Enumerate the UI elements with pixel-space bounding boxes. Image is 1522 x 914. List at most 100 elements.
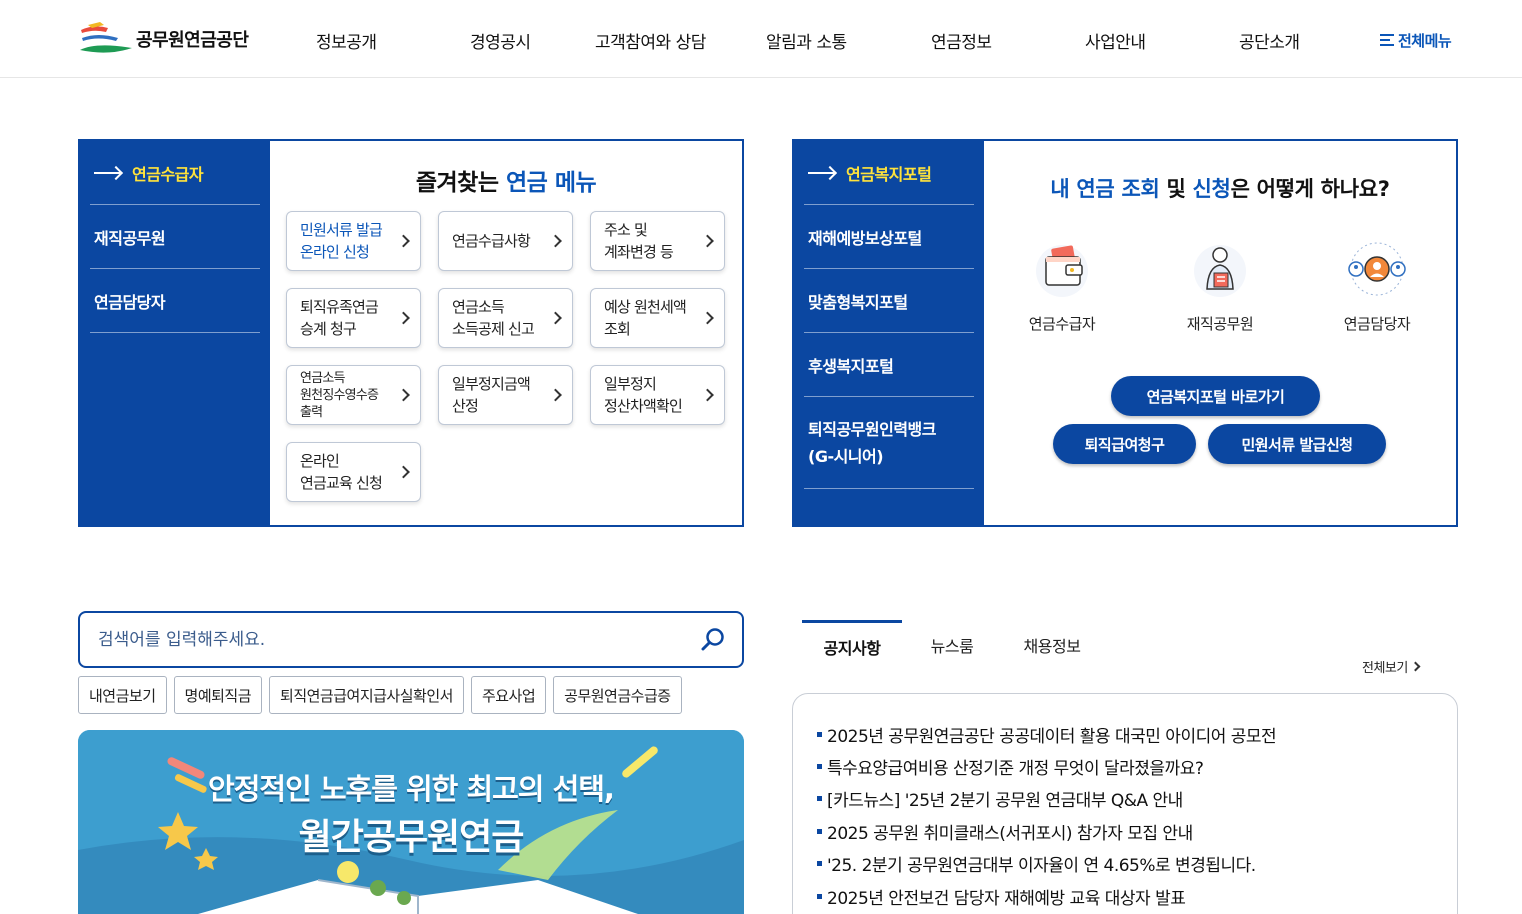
persona-pension-manager[interactable]: 연금담당자 xyxy=(1327,239,1427,334)
welfare-content: 내 연금 조회 및 신청은 어떻게 하나요? 연금수급자 재직공무원 연금담당자… xyxy=(984,141,1456,525)
favorite-menu-content: 즐겨찾는 연금 메뉴 민원서류 발급 온라인 신청 연금수급사항 주소 및 계좌변경… xyxy=(270,141,742,525)
tile-survivor-pension-claim[interactable]: 퇴직유족연금 승계 청구 xyxy=(286,288,421,348)
keyword-main-business[interactable]: 주요사업 xyxy=(470,676,547,714)
tab-recruitment[interactable]: 채용정보 xyxy=(1002,620,1102,670)
persona-pension-recipient[interactable]: 연금수급자 xyxy=(1012,239,1112,334)
list-item[interactable]: 2025년 공무원연금공단 공공데이터 활용 대국민 아이디어 공모전 xyxy=(817,718,1277,750)
nav-management-disclosure[interactable]: 경영공시 xyxy=(470,28,531,53)
persona-incumbent-official[interactable]: 재직공무원 xyxy=(1170,239,1270,334)
tile-address-account-change[interactable]: 주소 및 계좌변경 등 xyxy=(590,211,725,271)
bullet-icon xyxy=(817,828,822,834)
welfare-question-title: 내 연금 조회 및 신청은 어떻게 하나요? xyxy=(1050,177,1390,201)
persona-label: 재직공무원 xyxy=(1186,315,1254,333)
tile-online-education[interactable]: 온라인 연금교육 신청 xyxy=(286,442,421,502)
persona-label: 연금담당자 xyxy=(1343,315,1411,333)
tile-expected-withholding[interactable]: 예상 원천세액 조회 xyxy=(590,288,725,348)
monthly-pension-banner[interactable]: 안정적인 노후를 위한 최고의 선택, 월간공무원연금 xyxy=(78,730,744,914)
wallet-icon xyxy=(1032,239,1092,299)
notice-tabs: 공지사항 뉴스룸 채용정보 xyxy=(802,620,1102,670)
side-item-label: 재해예방보상포털 xyxy=(808,228,922,248)
side-item-welfare-portal[interactable]: 연금복지포털 xyxy=(804,141,974,205)
tile-income-deduction[interactable]: 연금소득 소득공제 신고 xyxy=(438,288,573,348)
side-item-pension-manager[interactable]: 연금담당자 xyxy=(90,269,260,333)
site-logo[interactable]: 공무원연금공단 xyxy=(78,22,249,56)
tile-pension-payment[interactable]: 연금수급사항 xyxy=(438,211,573,271)
arrow-right-icon xyxy=(808,167,836,179)
side-item-incumbent-official[interactable]: 재직공무원 xyxy=(90,205,260,269)
welfare-side-menu: 연금복지포털 재해예방보상포털 맞춤형복지포털 후생복지포털 퇴직공무원인력뱅크… xyxy=(794,141,984,525)
search-box xyxy=(78,611,744,668)
side-item-label: 연금복지포털 xyxy=(846,164,932,184)
side-item-custom-welfare[interactable]: 맞춤형복지포털 xyxy=(804,269,974,333)
chevron-right-icon xyxy=(549,311,562,325)
hamburger-icon xyxy=(1380,34,1394,47)
list-item[interactable]: '25. 2분기 공무원연금대부 이자율이 연 4.65%로 변경됩니다. xyxy=(817,848,1276,880)
view-all-label: 전체보기 xyxy=(1362,661,1408,676)
chevron-right-icon xyxy=(397,388,410,402)
view-all-link[interactable]: 전체보기 xyxy=(1362,657,1421,676)
popular-keywords: 내연금보기 명예퇴직금 퇴직연금급여지급사실확인서 주요사업 공무원연금수급증 xyxy=(78,676,682,714)
banner-title: 월간공무원연금 xyxy=(298,817,525,858)
side-item-employee-welfare[interactable]: 후생복지포털 xyxy=(804,333,974,397)
welfare-portal-shortcut-button[interactable]: 연금복지포털 바로가기 xyxy=(1111,376,1320,416)
keyword-honorary-retirement[interactable]: 명예퇴직금 xyxy=(173,676,263,714)
side-item-retired-talent-bank[interactable]: 퇴직공무원인력뱅크 (G-시니어) xyxy=(804,397,974,489)
side-item-label: 연금수급자 xyxy=(132,164,204,184)
side-item-disaster-prevention[interactable]: 재해예방보상포털 xyxy=(804,205,974,269)
pension-side-menu: 연금수급자 재직공무원 연금담당자 xyxy=(80,141,270,525)
side-item-label: 후생복지포털 xyxy=(808,356,894,376)
tab-newsroom[interactable]: 뉴스룸 xyxy=(902,620,1002,670)
list-item[interactable]: [카드뉴스] '25년 2분기 공무원 연금대부 Q&A 안내 xyxy=(817,783,1276,815)
side-item-pension-recipient[interactable]: 연금수급자 xyxy=(90,141,260,205)
side-item-label: 맞춤형복지포털 xyxy=(808,292,908,312)
bullet-icon xyxy=(817,861,822,867)
list-item[interactable]: 2025 공무원 취미클래스(서귀포시) 참가자 모집 안내 xyxy=(817,815,1276,847)
bullet-icon xyxy=(817,764,822,770)
side-item-label: 연금담당자 xyxy=(94,292,166,312)
favorite-menu-grid: 민원서류 발급 온라인 신청 연금수급사항 주소 및 계좌변경 등 퇴직유족연금 승계… xyxy=(286,211,725,502)
side-item-label: 퇴직공무원인력뱅크 xyxy=(808,419,936,439)
civil-document-request-button[interactable]: 민원서류 발급신청 xyxy=(1208,424,1386,464)
bullet-icon xyxy=(817,893,822,899)
nav-pension-info[interactable]: 연금정보 xyxy=(931,28,992,53)
search-icon[interactable] xyxy=(700,627,726,653)
keyword-pension-card[interactable]: 공무원연금수급증 xyxy=(553,676,682,714)
favorite-menu-title: 즐겨찾는 연금 메뉴 xyxy=(415,170,597,196)
manager-icon xyxy=(1347,239,1407,299)
tile-partial-suspension-amount[interactable]: 일부정지금액 산정 xyxy=(438,365,573,425)
tile-withholding-receipt[interactable]: 연금소득 원천징수영수증 출력 xyxy=(286,365,421,425)
chevron-right-icon xyxy=(701,311,714,325)
chevron-right-icon xyxy=(701,234,714,248)
notice-list-box: 2025년 공무원연금공단 공공데이터 활용 대국민 아이디어 공모전 특수요양… xyxy=(792,693,1458,914)
chevron-right-icon xyxy=(397,311,410,325)
keyword-payment-certificate[interactable]: 퇴직연금급여지급사실확인서 xyxy=(269,676,464,714)
list-item[interactable]: 특수요양급여비용 산정기준 개정 무엇이 달라졌을까요? xyxy=(817,750,1276,782)
nav-business-guide[interactable]: 사업안내 xyxy=(1085,28,1146,53)
chevron-right-icon xyxy=(397,234,410,248)
header: 공무원연금공단 정보공개 경영공시 고객참여와 상담 알림과 소통 연금정보 사… xyxy=(0,0,1522,78)
nav-about[interactable]: 공단소개 xyxy=(1239,28,1300,53)
chevron-right-icon xyxy=(549,234,562,248)
nav-info-disclosure[interactable]: 정보공개 xyxy=(316,28,377,53)
chevron-right-icon xyxy=(549,388,562,402)
all-menu-button[interactable]: 전체메뉴 xyxy=(1380,30,1452,51)
list-item[interactable]: 2025년 안전보건 담당자 재해예방 교육 대상자 발표 xyxy=(817,880,1276,912)
search-input[interactable] xyxy=(98,625,678,655)
welfare-portal-panel: 연금복지포털 재해예방보상포털 맞춤형복지포털 후생복지포털 퇴직공무원인력뱅크… xyxy=(792,139,1458,527)
chevron-right-icon xyxy=(1410,661,1421,672)
tab-notices[interactable]: 공지사항 xyxy=(802,620,902,670)
arrow-right-icon xyxy=(94,167,122,179)
retirement-benefit-claim-button[interactable]: 퇴직급여청구 xyxy=(1053,424,1196,464)
keyword-my-pension[interactable]: 내연금보기 xyxy=(78,676,167,714)
bullet-icon xyxy=(817,796,822,802)
side-item-sublabel: (G-시니어) xyxy=(808,446,884,466)
chevron-right-icon xyxy=(701,388,714,402)
notice-list: 2025년 공무원연금공단 공공데이터 활용 대국민 아이디어 공모전 특수요양… xyxy=(817,718,1277,912)
nav-customer-consult[interactable]: 고객참여와 상담 xyxy=(595,28,706,53)
logo-mark-icon xyxy=(78,22,134,56)
nav-news-communication[interactable]: 알림과 소통 xyxy=(766,28,847,53)
favorite-pension-panel: 연금수급자 재직공무원 연금담당자 즐겨찾는 연금 메뉴 민원서류 발급 온라인 … xyxy=(78,139,744,527)
tile-partial-suspension-settlement[interactable]: 일부정지 정산차액확인 xyxy=(590,365,725,425)
tile-civil-docs-online[interactable]: 민원서류 발급 온라인 신청 xyxy=(286,211,421,271)
side-item-label: 재직공무원 xyxy=(94,228,166,248)
